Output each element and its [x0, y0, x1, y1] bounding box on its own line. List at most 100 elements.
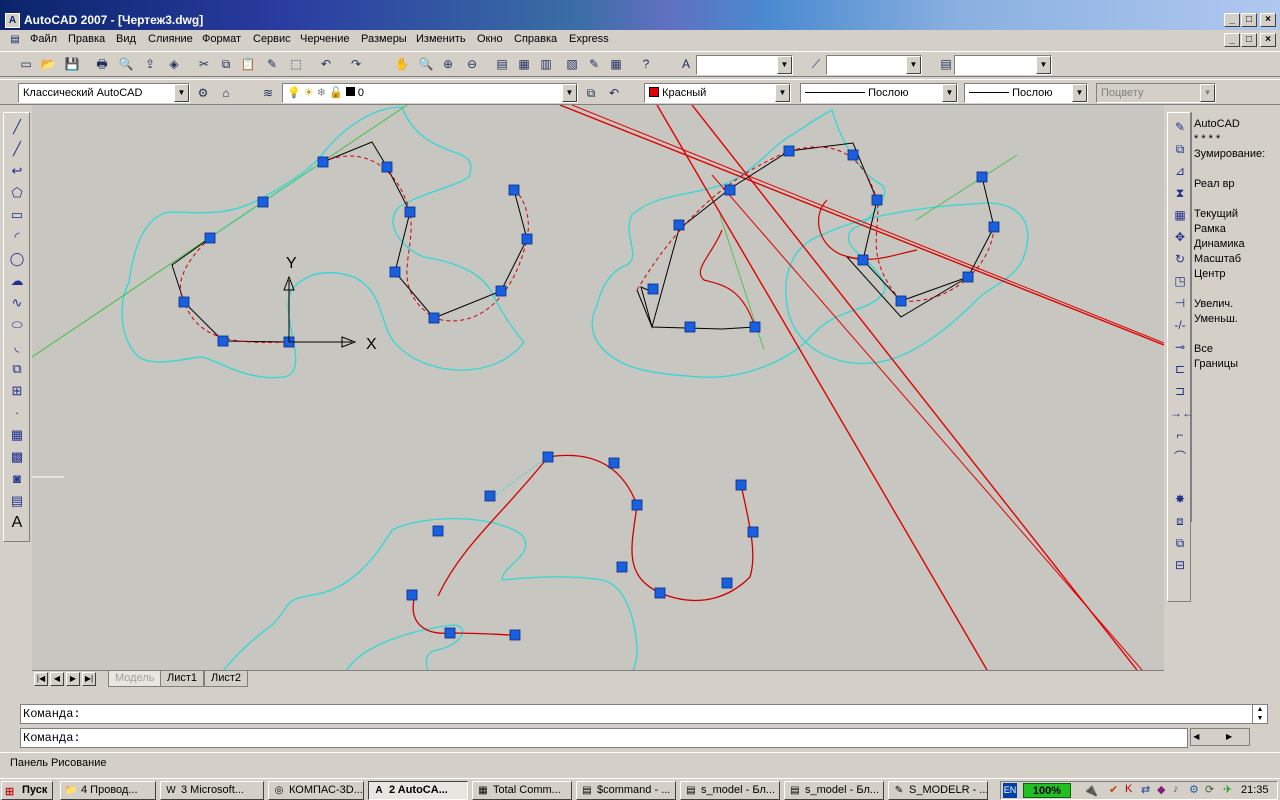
taskbar-button[interactable]: A 2 AutoCA...	[368, 781, 468, 800]
zoom-previous-icon[interactable]: ⊖	[462, 54, 482, 74]
layer-manager-icon[interactable]: ≋	[258, 83, 278, 103]
spline-icon[interactable]: ∿	[7, 293, 27, 313]
table-style-icon[interactable]: ▤	[936, 54, 956, 74]
chevron-down-icon[interactable]: ▼	[942, 84, 957, 102]
table-style-combo[interactable]: ▼	[954, 55, 1052, 75]
zoom-panel-item[interactable]: Рамка	[1194, 223, 1226, 235]
network-icon[interactable]: ⇄	[1141, 783, 1150, 796]
break-icon[interactable]: ⊏	[1170, 359, 1190, 379]
fillet-icon[interactable]: ⌐	[1170, 425, 1190, 445]
cut-icon[interactable]: ✂	[194, 54, 214, 74]
menu-express[interactable]: Express	[569, 33, 609, 45]
copy-object-icon[interactable]: ⧉	[1170, 139, 1190, 159]
chevron-down-icon[interactable]: ▼	[1200, 84, 1215, 102]
redo-icon[interactable]: ↷	[346, 54, 366, 74]
sun-icon[interactable]: ☀	[304, 87, 314, 99]
taskbar-button[interactable]: ◎ КОМПАС-3D...	[268, 781, 364, 800]
insert-block-icon[interactable]: ⧉	[7, 359, 27, 379]
chevron-down-icon[interactable]: ▼	[906, 56, 921, 74]
copy-icon[interactable]: ⧉	[216, 54, 236, 74]
lightbulb-icon[interactable]: 💡	[287, 87, 301, 99]
join-icon[interactable]: ⊐	[1170, 381, 1190, 401]
zoom-panel-item[interactable]: Зумирование:	[1194, 148, 1265, 160]
plot-icon[interactable]: 🖶	[92, 54, 112, 74]
tray-app-icon[interactable]: ✔	[1109, 783, 1118, 796]
taskbar-button[interactable]: ▦ Total Comm...	[472, 781, 572, 800]
mtext-icon[interactable]: A	[7, 513, 27, 533]
zoom-realtime-icon[interactable]: 🔍	[416, 54, 436, 74]
doc-restore-button[interactable]: □	[1241, 33, 1257, 47]
new-icon[interactable]: ▭	[16, 54, 36, 74]
dim-style-icon[interactable]: ⟋	[806, 54, 826, 74]
chevron-down-icon[interactable]: ▼	[174, 84, 189, 102]
help-icon[interactable]: ?	[636, 54, 656, 74]
zoom-panel-item[interactable]: Уменьш.	[1194, 313, 1238, 325]
clock[interactable]: 21:35	[1241, 784, 1269, 796]
polygon-icon[interactable]: ⬠	[7, 183, 27, 203]
match-properties-icon[interactable]: ✎	[262, 54, 282, 74]
text-style-combo[interactable]: ▼	[696, 55, 793, 75]
linetype-combo[interactable]: Послою ▼	[800, 83, 958, 103]
lock-icon[interactable]: 🔓	[329, 87, 343, 99]
make-object-layer-current-icon[interactable]: ⧉	[581, 83, 601, 103]
offset-icon[interactable]: ⧗	[1170, 183, 1190, 203]
prev-tab-icon[interactable]: ◀	[50, 672, 64, 686]
first-tab-icon[interactable]: |◀	[34, 672, 48, 686]
chevron-down-icon[interactable]: ▼	[1072, 84, 1087, 102]
plotstyle-combo[interactable]: Поцвету ▼	[1096, 83, 1216, 103]
construction-line-icon[interactable]: ╱	[7, 139, 27, 159]
zoom-panel-item[interactable]: Текущий	[1194, 208, 1238, 220]
workspace-save-icon[interactable]: ⌂	[216, 83, 236, 103]
drawing-area[interactable]: Y X	[31, 104, 1165, 765]
scale-icon[interactable]: ◳	[1170, 271, 1190, 291]
power-plug-icon[interactable]: 🔌	[1083, 783, 1098, 797]
explode-icon[interactable]: ⌒	[1170, 447, 1190, 467]
polyline-icon[interactable]: ↩	[7, 161, 27, 181]
menu-merge[interactable]: Слияние	[148, 33, 193, 45]
zoom-panel-item[interactable]: * * * *	[1194, 133, 1220, 145]
workspace-settings-icon[interactable]: ⚙	[193, 83, 213, 103]
ellipse-icon[interactable]: ⬭	[7, 315, 27, 335]
taskbar-button[interactable]: ▤ s_model - Бл...	[680, 781, 780, 800]
command-input[interactable]: Команда:	[20, 728, 1188, 748]
volume-icon[interactable]: ♪	[1173, 783, 1179, 795]
autocad-app-icon[interactable]: A	[5, 13, 20, 28]
text-style-icon[interactable]: A	[676, 54, 696, 74]
update-icon[interactable]: ✈	[1223, 783, 1232, 796]
language-indicator[interactable]: EN	[1003, 783, 1017, 798]
arc-icon[interactable]: ◜	[7, 227, 27, 247]
layer-previous-icon[interactable]: ↶	[604, 83, 624, 103]
point-icon[interactable]: ·	[7, 403, 27, 423]
draworder-front-icon[interactable]: ✸	[1170, 489, 1190, 509]
taskbar-button[interactable]: W 3 Microsoft...	[160, 781, 264, 800]
taskbar-button[interactable]: 📁 4 Провод...	[60, 781, 156, 800]
settings-tray-icon[interactable]: ⚙	[1189, 783, 1199, 796]
extend-icon[interactable]: ⊸	[1170, 337, 1190, 357]
workspace-combo[interactable]: Классический AutoCAD ▼	[18, 83, 190, 103]
battery-indicator[interactable]: 100%	[1023, 783, 1071, 798]
doc-close-button[interactable]: ×	[1260, 33, 1276, 47]
tool-palettes-icon[interactable]: ▥	[536, 54, 556, 74]
sync-icon[interactable]: ⟳	[1205, 783, 1214, 796]
zoom-panel-item[interactable]: Масштаб	[1194, 253, 1241, 265]
command-hscrollbar[interactable]: ◀ ▶	[1190, 728, 1250, 746]
start-button[interactable]: ⊞ Пуск	[1, 781, 53, 800]
revision-cloud-icon[interactable]: ☁	[7, 271, 27, 291]
chevron-down-icon[interactable]: ▼	[1036, 56, 1051, 74]
move-icon[interactable]: ✥	[1170, 227, 1190, 247]
line-icon[interactable]: ╱	[7, 117, 27, 137]
erase-icon[interactable]: ✎	[1170, 117, 1190, 137]
zoom-window-icon[interactable]: ⊕	[438, 54, 458, 74]
doc-minimize-button[interactable]: _	[1224, 33, 1240, 47]
circle-icon[interactable]: ◯	[7, 249, 27, 269]
color-combo[interactable]: Красный ▼	[644, 83, 791, 103]
markup-icon[interactable]: ✎	[584, 54, 604, 74]
maximize-button[interactable]: □	[1241, 13, 1257, 27]
dim-style-combo[interactable]: ▼	[826, 55, 922, 75]
publish-icon[interactable]: ⇪	[140, 54, 160, 74]
close-button[interactable]: ×	[1260, 13, 1276, 27]
lineweight-combo[interactable]: Послою ▼	[964, 83, 1088, 103]
title-bar[interactable]: A AutoCAD 2007 - [Чертеж3.dwg] _ □ ×	[0, 0, 1280, 30]
undo-icon[interactable]: ↶	[316, 54, 336, 74]
mirror-icon[interactable]: ⊿	[1170, 161, 1190, 181]
